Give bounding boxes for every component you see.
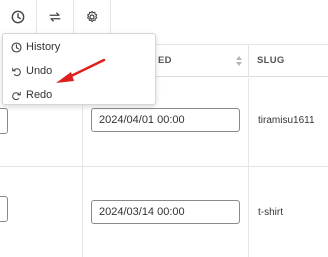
sync-icon xyxy=(49,12,61,22)
annotation-arrow xyxy=(56,58,106,83)
clock-icon xyxy=(11,41,22,53)
menu-item-label: History xyxy=(26,41,61,53)
undo-icon xyxy=(12,67,21,76)
menu-item-redo[interactable]: Redo xyxy=(3,84,155,106)
toolbar xyxy=(0,0,328,34)
published-date-input[interactable]: 2024/04/01 00:00 xyxy=(91,108,240,132)
redo-icon xyxy=(12,91,21,100)
column-divider xyxy=(248,78,249,257)
menu-item-label: Redo xyxy=(26,89,53,101)
column-header-label: ED xyxy=(158,55,172,66)
row-input-partial[interactable] xyxy=(0,108,8,134)
column-header-slug[interactable]: SLUG xyxy=(248,44,328,77)
menu-item-label: Undo xyxy=(26,65,53,77)
settings-button[interactable] xyxy=(74,0,111,34)
slug-value: tiramisu1611 xyxy=(258,115,315,126)
column-header-label: SLUG xyxy=(257,55,285,66)
sync-button[interactable] xyxy=(37,0,74,34)
row-divider xyxy=(0,166,328,167)
row-input-partial[interactable] xyxy=(0,196,8,222)
slug-value: t-shirt xyxy=(258,207,283,218)
clock-icon xyxy=(11,10,25,24)
history-button[interactable] xyxy=(0,0,37,34)
sort-icon[interactable] xyxy=(235,55,243,67)
published-date-input[interactable]: 2024/03/14 00:00 xyxy=(91,200,240,224)
gear-icon xyxy=(87,10,98,23)
